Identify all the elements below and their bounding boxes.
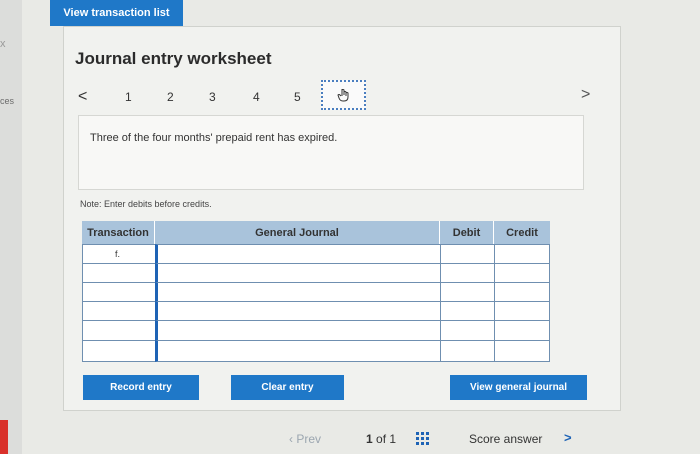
transaction-cell[interactable] — [82, 340, 156, 362]
entry-note: Note: Enter debits before credits. — [80, 199, 212, 209]
debit-input[interactable] — [440, 320, 495, 341]
credit-input[interactable] — [494, 340, 550, 362]
clear-entry-button[interactable]: Clear entry — [231, 375, 344, 400]
left-edge-close-glyph: x — [0, 38, 6, 50]
left-edge-red-marker — [0, 420, 8, 454]
nav-number-4[interactable]: 4 — [253, 90, 260, 104]
header-credit: Credit — [494, 221, 550, 244]
hand-pointer-icon — [336, 89, 348, 102]
transaction-cell[interactable]: f. — [82, 244, 156, 264]
left-edge-strip — [0, 0, 22, 454]
grid-menu-icon[interactable] — [416, 432, 430, 446]
header-general-journal: General Journal — [155, 221, 440, 244]
transaction-cell[interactable] — [82, 263, 156, 283]
debit-input[interactable] — [440, 244, 495, 264]
prev-button[interactable]: ‹ Prev — [289, 432, 321, 446]
header-transaction: Transaction — [82, 221, 155, 244]
transaction-cell[interactable] — [82, 282, 156, 302]
account-input[interactable] — [155, 301, 441, 321]
credit-input[interactable] — [494, 320, 550, 341]
credit-input[interactable] — [494, 282, 550, 302]
page-total: of 1 — [376, 432, 397, 446]
account-input[interactable] — [155, 263, 441, 283]
view-general-journal-button[interactable]: View general journal — [450, 375, 587, 400]
transaction-description-box: Three of the four months' prepaid rent h… — [78, 115, 584, 190]
debit-input[interactable] — [440, 340, 495, 362]
page-indicator: 1 of 1 — [366, 432, 396, 446]
nav-current-step[interactable] — [321, 80, 366, 110]
credit-input[interactable] — [494, 301, 550, 321]
nav-number-2[interactable]: 2 — [167, 90, 174, 104]
nav-number-3[interactable]: 3 — [209, 90, 216, 104]
account-input[interactable] — [155, 282, 441, 302]
nav-number-1[interactable]: 1 — [125, 90, 132, 104]
score-answer-button[interactable]: Score answer — [469, 432, 542, 446]
chevron-right-icon[interactable]: > — [564, 430, 572, 445]
transaction-description: Three of the four months' prepaid rent h… — [90, 132, 338, 144]
journal-table: Transaction General Journal Debit Credit… — [82, 221, 550, 362]
debit-input[interactable] — [440, 263, 495, 283]
nav-next-arrow[interactable]: > — [581, 86, 590, 104]
debit-input[interactable] — [440, 301, 495, 321]
debit-input[interactable] — [440, 282, 495, 302]
nav-prev-arrow[interactable]: < — [78, 88, 87, 106]
page-title: Journal entry worksheet — [75, 49, 272, 68]
chevron-left-icon: ‹ — [289, 432, 293, 446]
header-debit: Debit — [440, 221, 494, 244]
current-page: 1 — [366, 432, 373, 446]
prev-label: Prev — [296, 432, 322, 446]
left-edge-text: ces — [0, 96, 15, 106]
record-entry-button[interactable]: Record entry — [83, 375, 199, 400]
account-input[interactable] — [155, 340, 441, 362]
view-transaction-list-button[interactable]: View transaction list — [50, 0, 183, 26]
transaction-cell[interactable] — [82, 320, 156, 341]
credit-input[interactable] — [494, 244, 550, 264]
credit-input[interactable] — [494, 263, 550, 283]
transaction-cell[interactable] — [82, 301, 156, 321]
account-input[interactable] — [155, 244, 441, 264]
account-input[interactable] — [155, 320, 441, 341]
nav-number-5[interactable]: 5 — [294, 90, 301, 104]
worksheet-nav: < 1 2 3 4 5 > — [78, 80, 598, 114]
transaction-label: f. — [115, 249, 121, 259]
